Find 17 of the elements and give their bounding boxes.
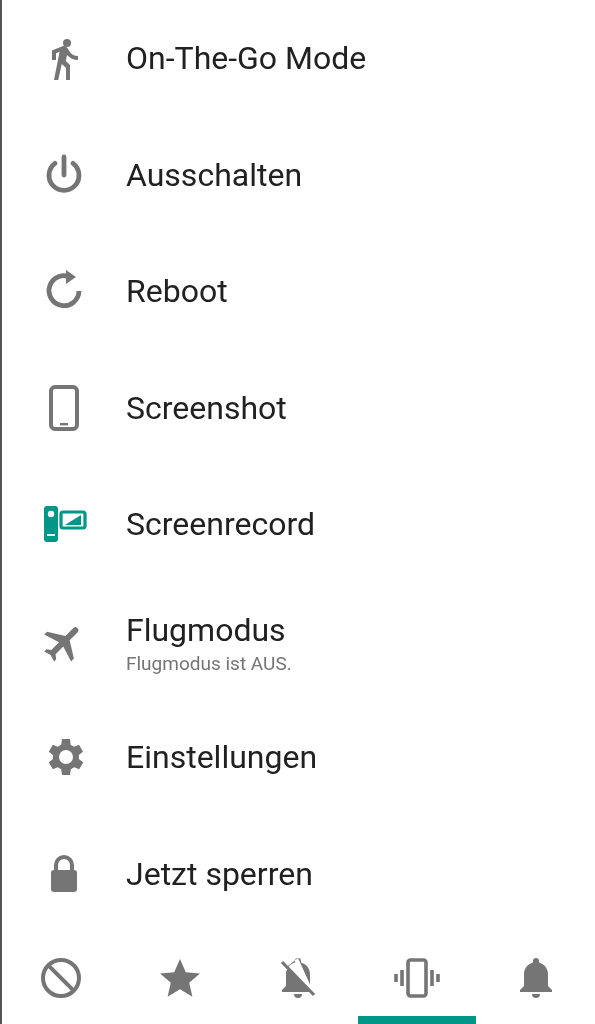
item-label: Ausschalten [126, 154, 303, 195]
item-label: On-The-Go Mode [126, 38, 367, 79]
item-label: Screenshot [126, 387, 287, 428]
item-label: Jetzt sperren [126, 853, 313, 894]
item-label: Einstellungen [126, 737, 318, 778]
menu-item[interactable]: Ausschalten [2, 116, 595, 233]
menu-item[interactable]: Reboot [2, 233, 595, 350]
menu-item[interactable]: On-The-Go Mode [2, 0, 595, 117]
item-label: Flugmodus [126, 609, 287, 650]
menu-item[interactable]: Flugmodus Flugmodus ist AUS. [2, 582, 595, 699]
menu-item[interactable]: Jetzt sperren [2, 815, 595, 932]
item-label: Screenrecord [126, 504, 315, 545]
menu-item[interactable]: Screenshot [2, 349, 595, 466]
item-label: Reboot [126, 271, 228, 312]
item-subtitle: Flugmodus ist AUS. [126, 651, 292, 676]
menu-item[interactable]: Screenrecord [2, 466, 595, 583]
menu-item[interactable]: Einstellungen [2, 699, 595, 816]
